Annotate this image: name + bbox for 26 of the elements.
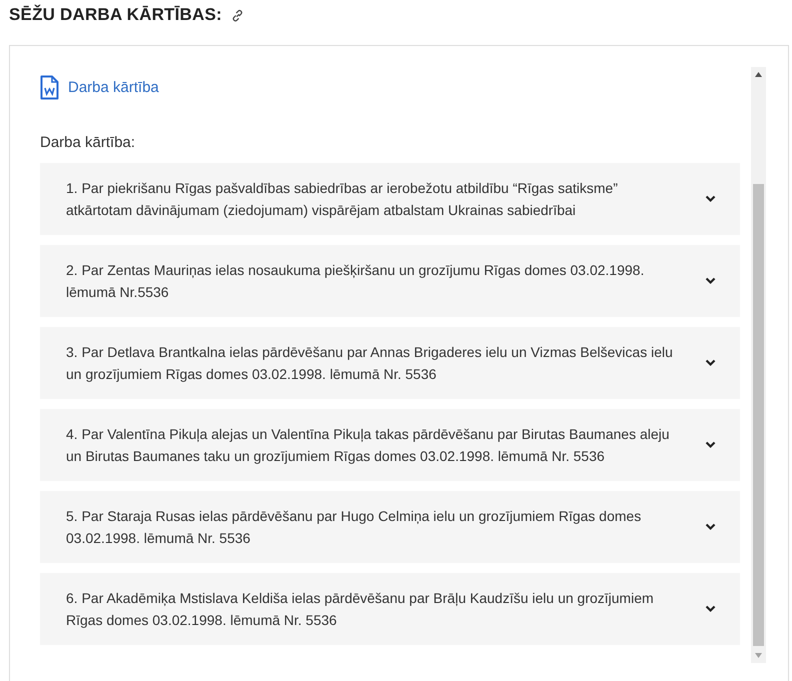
document-link[interactable]: Darba kārtība	[68, 78, 159, 96]
agenda-item-title: 2. Par Zentas Mauriņas ielas nosaukuma piešķiršanu un grozījumu Rīgas domes 03.02.1998. lēmumā Nr.5536	[66, 261, 646, 302]
link-icon[interactable]	[231, 8, 244, 22]
scrollbar[interactable]	[751, 67, 766, 663]
chevron-down-icon[interactable]	[705, 523, 716, 531]
chevron-down-icon[interactable]	[705, 195, 716, 203]
agenda-label: Darba kārtība:	[40, 134, 136, 151]
agenda-item[interactable]: 2. Par Zentas Mauriņas ielas nosaukuma piešķiršanu un grozījumu Rīgas domes 03.02.1998. lēmumā Nr.5536	[40, 245, 740, 317]
section-heading: SĒŽU DARBA KĀRTĪBAS:	[9, 5, 222, 25]
word-document-icon[interactable]	[40, 74, 59, 100]
agenda-item[interactable]: 4. Par Valentīna Pikuļa alejas un Valentīna Pikuļa takas pārdēvēšanu par Birutas Baumanes aleju un Birutas Baumanes taku un grozījumiem Rīgas domes 03.02.1998. lēmumā Nr. 5536	[40, 409, 740, 481]
chevron-down-icon[interactable]	[705, 605, 716, 613]
agenda-item[interactable]: 5. Par Staraja Rusas ielas pārdēvēšanu par Hugo Celmiņa ielu un grozījumiem Rīgas domes 03.02.1998. lēmumā Nr. 5536	[40, 491, 740, 563]
chevron-down-icon[interactable]	[705, 359, 716, 367]
chevron-down-icon[interactable]	[705, 441, 716, 449]
agenda-item-title: 3. Par Detlava Brantkalna ielas pārdēvēšanu par Annas Brigaderes ielu un Vizmas Belševicas ielu un grozījumiem Rīgas domes 03.02.1998. lēmumā Nr. 5536	[66, 343, 674, 384]
scroll-up-icon[interactable]	[755, 72, 762, 77]
chevron-down-icon[interactable]	[705, 277, 716, 285]
agenda-item-title: 4. Par Valentīna Pikuļa alejas un Valentīna Pikuļa takas pārdēvēšanu par Birutas Baumanes aleju un Birutas Baumanes taku un grozījumiem Rīgas domes 03.02.1998. lēmumā Nr. 5536	[66, 425, 670, 466]
agenda-item[interactable]: 3. Par Detlava Brantkalna ielas pārdēvēšanu par Annas Brigaderes ielu un Vizmas Belševicas ielu un grozījumiem Rīgas domes 03.02.1998. lēmumā Nr. 5536	[40, 327, 740, 399]
agenda-item-title: 6. Par Akadēmiķa Mstislava Keldiša ielas pārdēvēšanu par Brāļu Kaudzīšu ielu un grozījumiem Rīgas domes 03.02.1998. lēmumā Nr. 5536	[66, 589, 655, 630]
agenda-item[interactable]: 6. Par Akadēmiķa Mstislava Keldiša ielas pārdēvēšanu par Brāļu Kaudzīšu ielu un grozījumiem Rīgas domes 03.02.1998. lēmumā Nr. 5536	[40, 573, 740, 645]
agenda-item[interactable]: 1. Par piekrišanu Rīgas pašvaldības sabiedrības ar ierobežotu atbildību “Rīgas satiksme” atkārtotam dāvinājumam (ziedojumam) vispārējam atbalstam Ukrainas sabiedrībai	[40, 163, 740, 235]
agenda-item-title: 5. Par Staraja Rusas ielas pārdēvēšanu par Hugo Celmiņa ielu un grozījumiem Rīgas domes 03.02.1998. lēmumā Nr. 5536	[66, 507, 642, 548]
agenda-item-title: 1. Par piekrišanu Rīgas pašvaldības sabiedrības ar ierobežotu atbildību “Rīgas satiksme” atkārtotam dāvinājumam (ziedojumam) vispārējam atbalstam Ukrainas sabiedrībai	[66, 179, 619, 220]
scrollbar-thumb[interactable]	[753, 184, 764, 646]
